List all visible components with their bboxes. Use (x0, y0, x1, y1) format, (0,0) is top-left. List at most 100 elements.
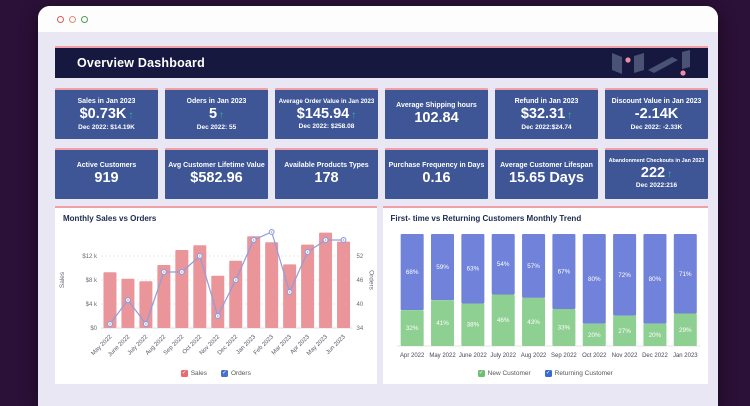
logo-shape (648, 57, 678, 73)
orders-point-dot (216, 314, 219, 317)
sales-bar[interactable] (337, 241, 351, 328)
up-arrow-icon: ↑ (567, 110, 573, 122)
dashboard-header: Overview Dashboard (55, 46, 708, 78)
orders-point-dot (288, 290, 291, 293)
kpi-title: Active Customers (76, 162, 137, 170)
maximize-button[interactable] (81, 15, 88, 23)
x-tick-label: June 2022 (458, 353, 487, 359)
kpi-subtext: Dec 2022:216 (635, 182, 678, 190)
x-tick-label: Aug 2022 (520, 353, 546, 359)
returning-customer-label: 57% (527, 263, 540, 270)
new-customer-label: 38% (466, 321, 479, 328)
kpi-card-r1-c4: Average Shipping hours 102.84 (385, 88, 488, 139)
kpi-subtext: Dec 2022:$24.74 (521, 123, 572, 131)
legend-item-orders[interactable]: ✓ Orders (220, 369, 251, 377)
sales-bar[interactable] (139, 280, 153, 328)
returning-customer-label: 67% (557, 268, 570, 275)
new-customer-label: 33% (557, 324, 570, 331)
kpi-subtext: Dec 2022: $14.19K (78, 123, 135, 131)
kpi-value: $145.94 ↑ (296, 105, 357, 122)
kpi-title: Abandonment Checkouts in Jan 2023 (608, 158, 705, 165)
kpi-value: 102.84 (414, 110, 459, 127)
legend-item-returning-customer[interactable]: ✓ Returning Customer (544, 369, 613, 377)
kpi-title: Oders in Jan 2023 (186, 98, 247, 106)
kpi-card-r2-c3: Available Products Types 178 (275, 148, 378, 199)
kpi-title: Average Customer Lifespan (500, 162, 593, 170)
new-customer-label: 27% (618, 327, 631, 334)
close-button[interactable] (57, 15, 64, 23)
customer-trend-chart: 68% 32% Apr 2022 59% 41% May 2022 63% 38% June 2… (396, 233, 700, 359)
kpi-card-r1-c3: Average Order Value in Jan 2023 $145.94 ↑… (275, 88, 378, 139)
kpi-card-r2-c4: Purchase Frequency in Days 0.16 (385, 148, 488, 199)
minimize-button[interactable] (69, 15, 76, 23)
x-tick-label: Nov 2022 (611, 353, 637, 359)
y-right-axis-title: Orders (368, 270, 375, 291)
kpi-title: Available Products Types (284, 162, 369, 170)
legend-item-sales[interactable]: ✓ Sales (180, 369, 207, 377)
kpi-subtext: Dec 2022: $258.08 (298, 123, 355, 130)
kpi-card-r1-c6: Discount Value in Jan 2023 -2.14K Dec 20… (605, 88, 708, 139)
new-customer-label: 41% (436, 320, 449, 327)
kpi-title: Refund in Jan 2023 (514, 98, 579, 106)
returning-customer-label: 63% (466, 265, 479, 272)
y-left-tick-label: $12 k (82, 254, 98, 260)
legend-checkbox-returning-customer[interactable]: ✓ (544, 369, 552, 377)
up-arrow-icon: ↑ (128, 110, 134, 122)
sales-bar[interactable] (175, 249, 189, 328)
returning-customer-label: 68% (405, 269, 418, 276)
kpi-title: Average Shipping hours (396, 102, 477, 110)
legend-label: New Customer (487, 369, 531, 377)
new-customer-label: 29% (679, 326, 692, 333)
kpi-value: $582.96 (190, 170, 243, 187)
legend-checkbox-orders[interactable]: ✓ (220, 369, 228, 377)
x-tick-label: Apr 2022 (400, 353, 425, 359)
legend-checkbox-new-customer[interactable]: ✓ (477, 369, 485, 377)
kpi-title: Discount Value in Jan 2023 (611, 98, 702, 106)
kpi-value: 15.65 Days (509, 170, 584, 187)
kpi-value: $32.31 ↑ (520, 106, 573, 123)
kpi-subtext: Dec 2022: 55 (196, 123, 237, 131)
chart-title: Monthly Sales vs Orders (63, 214, 157, 223)
y-left-tick-label: $8 k (86, 278, 98, 284)
orders-point-dot (342, 238, 345, 241)
sales-bar[interactable] (319, 232, 333, 328)
y-right-tick-label: 40 (357, 302, 364, 308)
kpi-grid: Sales in Jan 2023 $0.73K ↑ Dec 2022: $14.… (55, 88, 708, 199)
returning-customer-label: 80% (648, 275, 661, 282)
kpi-value: $0.73K ↑ (79, 106, 134, 123)
sales-bar[interactable] (121, 278, 135, 328)
sales-vs-orders-chart: $0 34$4 k 40$8 k 46$12 k 52May 2022June 2022… (59, 228, 375, 358)
new-customer-label: 20% (587, 331, 600, 338)
orders-point-dot (306, 250, 309, 253)
new-customer-label: 32% (405, 325, 418, 332)
new-customer-label: 46% (496, 317, 509, 324)
y-left-axis-title: Sales (59, 271, 66, 288)
kpi-card-r2-c2: Avg Customer Lifetime Value $582.96 (165, 148, 268, 199)
sales-vs-orders-panel: Monthly Sales vs Orders $0 34 $4 k 40 $8 k 46… (55, 206, 377, 384)
kpi-title: Average Order Value in Jan 2023 (278, 97, 375, 105)
kpi-card-r2-c1: Active Customers 919 (55, 148, 158, 199)
window-titlebar (38, 6, 718, 32)
sales-bar[interactable] (301, 244, 315, 328)
returning-customer-label: 54% (496, 261, 509, 268)
kpi-title: Sales in Jan 2023 (77, 98, 136, 106)
y-left-tick-label: $0 (90, 326, 97, 332)
kpi-card-r1-c1: Sales in Jan 2023 $0.73K ↑ Dec 2022: $14.… (55, 88, 158, 139)
y-right-tick-label: 52 (357, 254, 364, 260)
sales-bar[interactable] (265, 241, 279, 328)
kpi-card-r2-c5: Average Customer Lifespan 15.65 Days (495, 148, 598, 199)
legend-checkbox-sales[interactable]: ✓ (180, 369, 188, 377)
charts-row: Monthly Sales vs Orders $0 34 $4 k 40 $8 k 46… (55, 206, 708, 384)
orders-point-dot (109, 322, 111, 325)
orders-point-dot (181, 270, 183, 273)
kpi-card-r2-c6: Abandonment Checkouts in Jan 2023 222 ↑ D… (605, 148, 708, 199)
up-arrow-icon: ↑ (351, 109, 357, 121)
new-customer-label: 20% (648, 331, 661, 338)
legend-item-new-customer[interactable]: ✓ New Customer (477, 369, 531, 377)
legend-label: Orders (230, 369, 251, 377)
kpi-card-r1-c5: Refund in Jan 2023 $32.31 ↑ Dec 2022:$24.… (495, 88, 598, 139)
orders-point-dot (324, 238, 327, 241)
sales-bar[interactable] (103, 271, 117, 328)
up-arrow-icon: ↑ (667, 169, 673, 181)
sales-bar[interactable] (283, 263, 297, 328)
